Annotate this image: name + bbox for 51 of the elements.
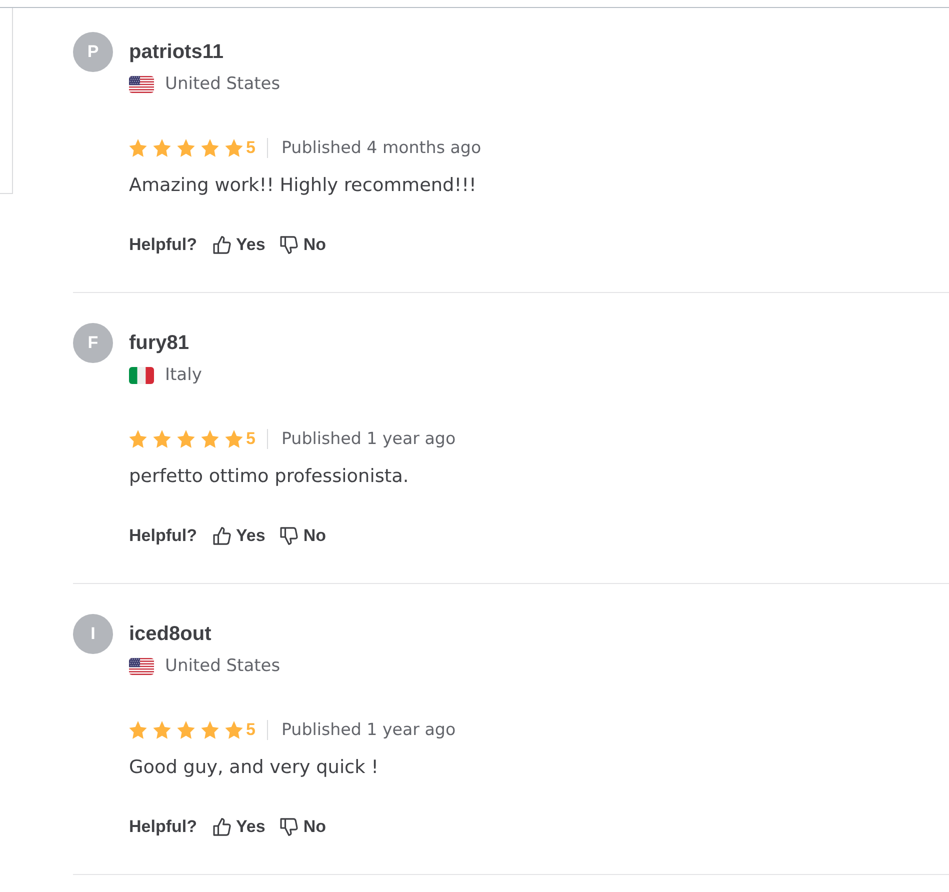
no-button[interactable]: No [280, 815, 326, 839]
thumbs-up-icon [213, 236, 231, 254]
star-icon [225, 139, 243, 157]
rating-value: 5 [246, 719, 256, 741]
star-icon [177, 430, 195, 448]
star-icon [153, 430, 171, 448]
country-name: Italy [165, 364, 202, 387]
helpful-label: Helpful? [129, 234, 197, 256]
country-name: United States [165, 655, 280, 678]
yes-button[interactable]: Yes [213, 815, 266, 839]
helpful-label: Helpful? [129, 525, 197, 548]
published-date: Published 1 year ago [281, 428, 456, 450]
username: patriots11 [129, 40, 224, 65]
user-avatar: F [73, 323, 113, 363]
star-icon [129, 430, 147, 448]
published-date: Published 1 year ago [281, 719, 456, 741]
no-button[interactable]: No [280, 233, 326, 257]
star-icon [153, 139, 171, 157]
username: iced8out [129, 622, 212, 647]
star-icon [225, 430, 243, 448]
yes-button[interactable]: Yes [213, 233, 266, 257]
star-icon [129, 721, 147, 739]
italy-flag-icon [129, 366, 154, 384]
review-text: Amazing work!! Highly recommend!!! [129, 174, 478, 198]
star-icon [129, 139, 147, 157]
star-icon [177, 139, 195, 157]
thumbs-down-icon [280, 527, 298, 545]
thumbs-up-icon [213, 527, 231, 545]
star-icon [177, 721, 195, 739]
star-icon [201, 721, 219, 739]
helpful-label: Helpful? [129, 816, 197, 838]
user-avatar: I [73, 614, 113, 654]
star-icon [201, 430, 219, 448]
us-flag-icon [129, 658, 154, 674]
thumbs-up-icon [213, 818, 231, 836]
rating-value: 5 [246, 137, 256, 159]
no-button[interactable]: No [280, 524, 326, 548]
country-name: United States [165, 73, 280, 96]
rating-value: 5 [246, 428, 256, 450]
star-icon [153, 721, 171, 739]
user-avatar: P [73, 32, 113, 72]
star-icon [201, 139, 219, 157]
published-date: Published 4 months ago [281, 137, 482, 159]
thumbs-down-icon [280, 236, 298, 254]
yes-button[interactable]: Yes [213, 524, 266, 548]
star-icon [225, 721, 243, 739]
review-text: perfetto ottimo professionista. [129, 465, 410, 489]
us-flag-icon [129, 76, 154, 92]
username: fury81 [129, 331, 190, 356]
thumbs-down-icon [280, 818, 298, 836]
review-text: Good guy, and very quick ! [129, 756, 380, 780]
